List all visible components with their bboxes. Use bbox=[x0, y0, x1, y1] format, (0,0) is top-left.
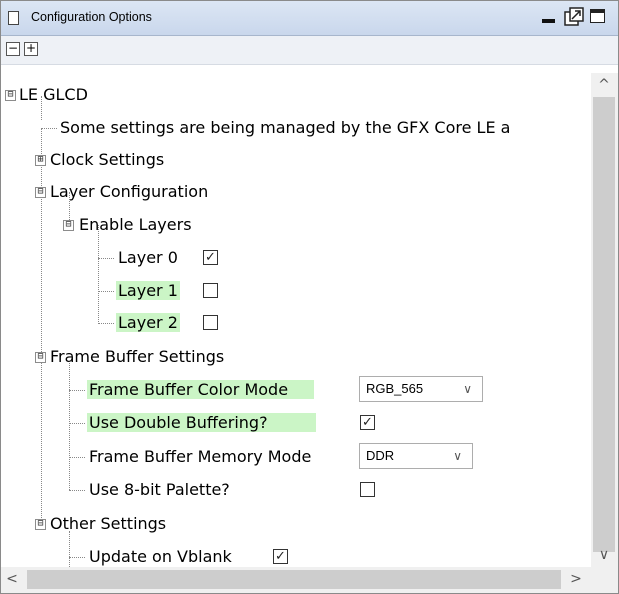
configuration-tree: ⊟ LE GLCD Some settings are being manage… bbox=[1, 73, 591, 567]
scroll-right-icon[interactable]: > bbox=[565, 571, 587, 587]
undock-icon bbox=[564, 7, 584, 26]
maximize-button[interactable] bbox=[588, 6, 610, 28]
vertical-scroll-thumb[interactable] bbox=[593, 97, 615, 552]
tree-connector bbox=[69, 531, 70, 567]
tree-node-frame-buffer-settings[interactable]: Frame Buffer Settings bbox=[50, 345, 224, 369]
layer-0-checkbox[interactable]: ✓ bbox=[203, 250, 218, 265]
tree-connector bbox=[69, 490, 85, 491]
tree-connector bbox=[69, 363, 70, 490]
highlight: Layer 2 bbox=[116, 313, 180, 332]
highlight: Layer 1 bbox=[116, 281, 180, 300]
tree-node-other-settings[interactable]: Other Settings bbox=[50, 512, 166, 536]
expand-toggle-icon[interactable]: ⊟ bbox=[5, 90, 16, 101]
scroll-down-icon[interactable]: ∨ bbox=[593, 547, 615, 563]
scroll-up-icon[interactable]: ^ bbox=[593, 77, 615, 93]
minimize-button[interactable] bbox=[538, 6, 560, 28]
tree-node-8bit-palette[interactable]: Use 8-bit Palette? bbox=[89, 478, 230, 502]
highlight: Use Double Buffering? bbox=[87, 413, 316, 432]
expand-toggle-icon[interactable]: ⊟ bbox=[35, 352, 46, 363]
tree-connector bbox=[98, 258, 114, 259]
update-vblank-checkbox[interactable]: ✓ bbox=[273, 549, 288, 564]
tree-connector bbox=[69, 457, 85, 458]
palette-8bit-checkbox[interactable] bbox=[360, 482, 375, 497]
tree-connector bbox=[41, 128, 57, 129]
tree-node-double-buffering[interactable]: Use Double Buffering? bbox=[87, 411, 316, 435]
tree-node-enable-layers[interactable]: Enable Layers bbox=[79, 213, 192, 237]
tree-node-fb-color-mode[interactable]: Frame Buffer Color Mode bbox=[87, 378, 315, 402]
layer-2-checkbox[interactable] bbox=[203, 315, 218, 330]
expand-toggle-icon[interactable]: ⊞ bbox=[35, 155, 46, 166]
tree-connector bbox=[69, 423, 85, 424]
tree-node-layer-0[interactable]: Layer 0 bbox=[118, 246, 178, 270]
horizontal-scrollbar[interactable]: < > bbox=[1, 567, 591, 593]
undock-button[interactable] bbox=[563, 6, 585, 28]
expand-all-button[interactable]: + bbox=[24, 42, 38, 56]
tree-node-fb-memory-mode[interactable]: Frame Buffer Memory Mode bbox=[89, 445, 311, 469]
title-bar[interactable]: Configuration Options bbox=[1, 1, 618, 36]
tree-connector bbox=[98, 225, 99, 322]
double-buffering-checkbox[interactable]: ✓ bbox=[360, 415, 375, 430]
tree-node-le-glcd[interactable]: LE GLCD bbox=[19, 83, 88, 107]
scroll-left-icon[interactable]: < bbox=[1, 571, 23, 587]
highlight: Frame Buffer Color Mode bbox=[87, 380, 315, 399]
fb-color-mode-select[interactable]: RGB_565 ∨ bbox=[359, 376, 483, 402]
tree-connector bbox=[69, 390, 85, 391]
document-icon bbox=[8, 11, 19, 25]
tree-node-clock-settings[interactable]: Clock Settings bbox=[50, 148, 164, 172]
tree-node-managed-note[interactable]: Some settings are being managed by the G… bbox=[60, 116, 510, 140]
expand-toggle-icon[interactable]: ⊟ bbox=[35, 187, 46, 198]
panel-title: Configuration Options bbox=[31, 10, 152, 24]
configuration-options-panel: Configuration Options − + ⊟ LE GLCD Some… bbox=[0, 0, 619, 594]
chevron-down-icon: ∨ bbox=[463, 382, 472, 396]
tree-node-update-on-vblank[interactable]: Update on Vblank bbox=[89, 545, 232, 567]
vertical-scrollbar[interactable]: ^ ∨ bbox=[591, 73, 618, 567]
tree-connector bbox=[98, 291, 114, 292]
tree-toolbar: − + bbox=[1, 36, 618, 65]
expand-toggle-icon[interactable]: ⊟ bbox=[63, 220, 74, 231]
fb-color-mode-value: RGB_565 bbox=[366, 381, 424, 396]
collapse-all-button[interactable]: − bbox=[6, 42, 20, 56]
tree-node-layer-2[interactable]: Layer 2 bbox=[116, 311, 180, 335]
tree-connector bbox=[98, 323, 114, 324]
fb-memory-mode-select[interactable]: DDR ∨ bbox=[359, 443, 473, 469]
horizontal-scroll-thumb[interactable] bbox=[27, 570, 561, 589]
expand-toggle-icon[interactable]: ⊟ bbox=[35, 519, 46, 530]
fb-memory-mode-value: DDR bbox=[366, 448, 395, 463]
scrollbar-corner bbox=[591, 567, 618, 593]
tree-connector bbox=[69, 557, 85, 558]
layer-1-checkbox[interactable] bbox=[203, 283, 218, 298]
chevron-down-icon: ∨ bbox=[453, 449, 462, 463]
tree-node-layer-configuration[interactable]: Layer Configuration bbox=[50, 180, 208, 204]
tree-node-layer-1[interactable]: Layer 1 bbox=[116, 279, 180, 303]
